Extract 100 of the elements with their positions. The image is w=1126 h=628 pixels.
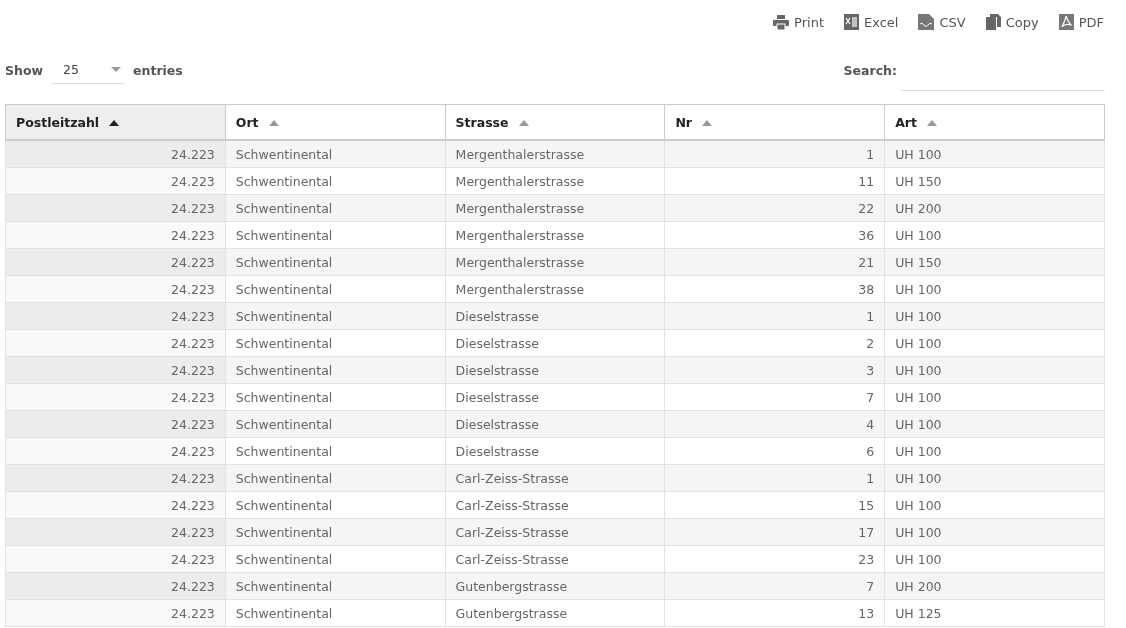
table-cell: 24.223 bbox=[5, 140, 226, 168]
table-cell: Carl-Zeiss-Strasse bbox=[445, 491, 665, 519]
table-cell: Mergenthalerstrasse bbox=[445, 167, 665, 195]
table-cell: UH 100 bbox=[884, 491, 1105, 519]
table-cell: 2 bbox=[664, 329, 885, 357]
table-cell: 36 bbox=[664, 221, 885, 249]
table-cell: UH 125 bbox=[884, 599, 1105, 627]
table-cell: 1 bbox=[664, 302, 885, 330]
table-cell: 13 bbox=[664, 599, 885, 627]
table-cell: Schwentinental bbox=[225, 437, 446, 465]
column-header[interactable]: Art bbox=[884, 104, 1105, 140]
table-cell: Schwentinental bbox=[225, 383, 446, 411]
table-cell: Dieselstrasse bbox=[445, 356, 665, 384]
show-label: Show bbox=[5, 62, 44, 78]
table-cell: Dieselstrasse bbox=[445, 410, 665, 438]
table-cell: Mergenthalerstrasse bbox=[445, 194, 665, 222]
table-cell: 15 bbox=[664, 491, 885, 519]
column-header[interactable]: Postleitzahl bbox=[5, 104, 226, 140]
table-cell: 38 bbox=[664, 275, 885, 303]
table-cell: Schwentinental bbox=[225, 140, 446, 168]
table-cell: Carl-Zeiss-Strasse bbox=[445, 545, 665, 573]
table-cell: 24.223 bbox=[5, 545, 226, 573]
table-cell: Schwentinental bbox=[225, 194, 446, 222]
table-cell: 24.223 bbox=[5, 167, 226, 195]
table-cell: UH 200 bbox=[884, 194, 1105, 222]
table-cell: 24.223 bbox=[5, 329, 226, 357]
table-cell: UH 100 bbox=[884, 545, 1105, 573]
table-cell: Gutenbergstrasse bbox=[445, 572, 665, 600]
table-cell: Carl-Zeiss-Strasse bbox=[445, 518, 665, 546]
table-cell: Schwentinental bbox=[225, 464, 446, 492]
csv-button[interactable]: CSV bbox=[918, 8, 966, 36]
table-cell: Schwentinental bbox=[225, 572, 446, 600]
table-cell: Schwentinental bbox=[225, 410, 446, 438]
table-cell: UH 100 bbox=[884, 329, 1105, 357]
pdf-button[interactable]: PDF bbox=[1058, 8, 1104, 36]
pdf-file-icon bbox=[1058, 14, 1074, 30]
table-cell: Dieselstrasse bbox=[445, 302, 665, 330]
table-cell: 7 bbox=[664, 572, 885, 600]
table-cell: Schwentinental bbox=[225, 221, 446, 249]
entries-label: entries bbox=[133, 62, 183, 78]
table-cell: 24.223 bbox=[5, 275, 226, 303]
table-cell: 6 bbox=[664, 437, 885, 465]
table-cell: UH 100 bbox=[884, 221, 1105, 249]
table-cell: Schwentinental bbox=[225, 491, 446, 519]
table-cell: Dieselstrasse bbox=[445, 437, 665, 465]
table-cell: Gutenbergstrasse bbox=[445, 599, 665, 627]
table-cell: Schwentinental bbox=[225, 275, 446, 303]
table-cell: 24.223 bbox=[5, 248, 226, 276]
copy-icon bbox=[985, 14, 1001, 30]
table-cell: 24.223 bbox=[5, 383, 226, 411]
print-button[interactable]: Print bbox=[773, 8, 824, 36]
table-cell: 24.223 bbox=[5, 410, 226, 438]
table-cell: Schwentinental bbox=[225, 167, 446, 195]
csv-file-icon bbox=[918, 14, 935, 30]
table-cell: 21 bbox=[664, 248, 885, 276]
table-cell: 1 bbox=[664, 140, 885, 168]
spreadsheet-icon bbox=[844, 14, 859, 30]
search-label: Search: bbox=[843, 62, 897, 78]
table-cell: UH 100 bbox=[884, 302, 1105, 330]
table-cell: Schwentinental bbox=[225, 302, 446, 330]
table-cell: UH 100 bbox=[884, 437, 1105, 465]
table-cell: Schwentinental bbox=[225, 329, 446, 357]
table-cell: 3 bbox=[664, 356, 885, 384]
table-cell: Schwentinental bbox=[225, 356, 446, 384]
table-cell: UH 200 bbox=[884, 572, 1105, 600]
table-cell: UH 100 bbox=[884, 140, 1105, 168]
entries-dropdown[interactable]: 25 bbox=[51, 56, 126, 84]
table-cell: 24.223 bbox=[5, 221, 226, 249]
table-cell: UH 150 bbox=[884, 167, 1105, 195]
table-cell: 7 bbox=[664, 383, 885, 411]
table-cell: 4 bbox=[664, 410, 885, 438]
table-cell: UH 100 bbox=[884, 464, 1105, 492]
table-cell: 24.223 bbox=[5, 599, 226, 627]
table-cell: Mergenthalerstrasse bbox=[445, 221, 665, 249]
column-header[interactable]: Strasse bbox=[445, 104, 665, 140]
copy-button[interactable]: Copy bbox=[985, 8, 1039, 36]
table-cell: Schwentinental bbox=[225, 518, 446, 546]
table-cell: 24.223 bbox=[5, 437, 226, 465]
column-header[interactable]: Ort bbox=[225, 104, 446, 140]
table-cell: UH 100 bbox=[884, 356, 1105, 384]
table-cell: 24.223 bbox=[5, 491, 226, 519]
table-cell: 24.223 bbox=[5, 356, 226, 384]
table-cell: Mergenthalerstrasse bbox=[445, 248, 665, 276]
table-cell: UH 100 bbox=[884, 275, 1105, 303]
table-cell: 24.223 bbox=[5, 518, 226, 546]
printer-icon bbox=[773, 14, 790, 30]
table-cell: Dieselstrasse bbox=[445, 383, 665, 411]
table-cell: Schwentinental bbox=[225, 545, 446, 573]
excel-button[interactable]: Excel bbox=[844, 8, 899, 36]
table-cell: 24.223 bbox=[5, 464, 226, 492]
table-cell: 17 bbox=[664, 518, 885, 546]
table-cell: 11 bbox=[664, 167, 885, 195]
table-cell: UH 150 bbox=[884, 248, 1105, 276]
table-cell: Mergenthalerstrasse bbox=[445, 275, 665, 303]
table-cell: 23 bbox=[664, 545, 885, 573]
table-cell: Mergenthalerstrasse bbox=[445, 140, 665, 168]
table-cell: 24.223 bbox=[5, 302, 226, 330]
column-header[interactable]: Nr bbox=[664, 104, 885, 140]
table-cell: UH 100 bbox=[884, 383, 1105, 411]
table-cell: Schwentinental bbox=[225, 248, 446, 276]
